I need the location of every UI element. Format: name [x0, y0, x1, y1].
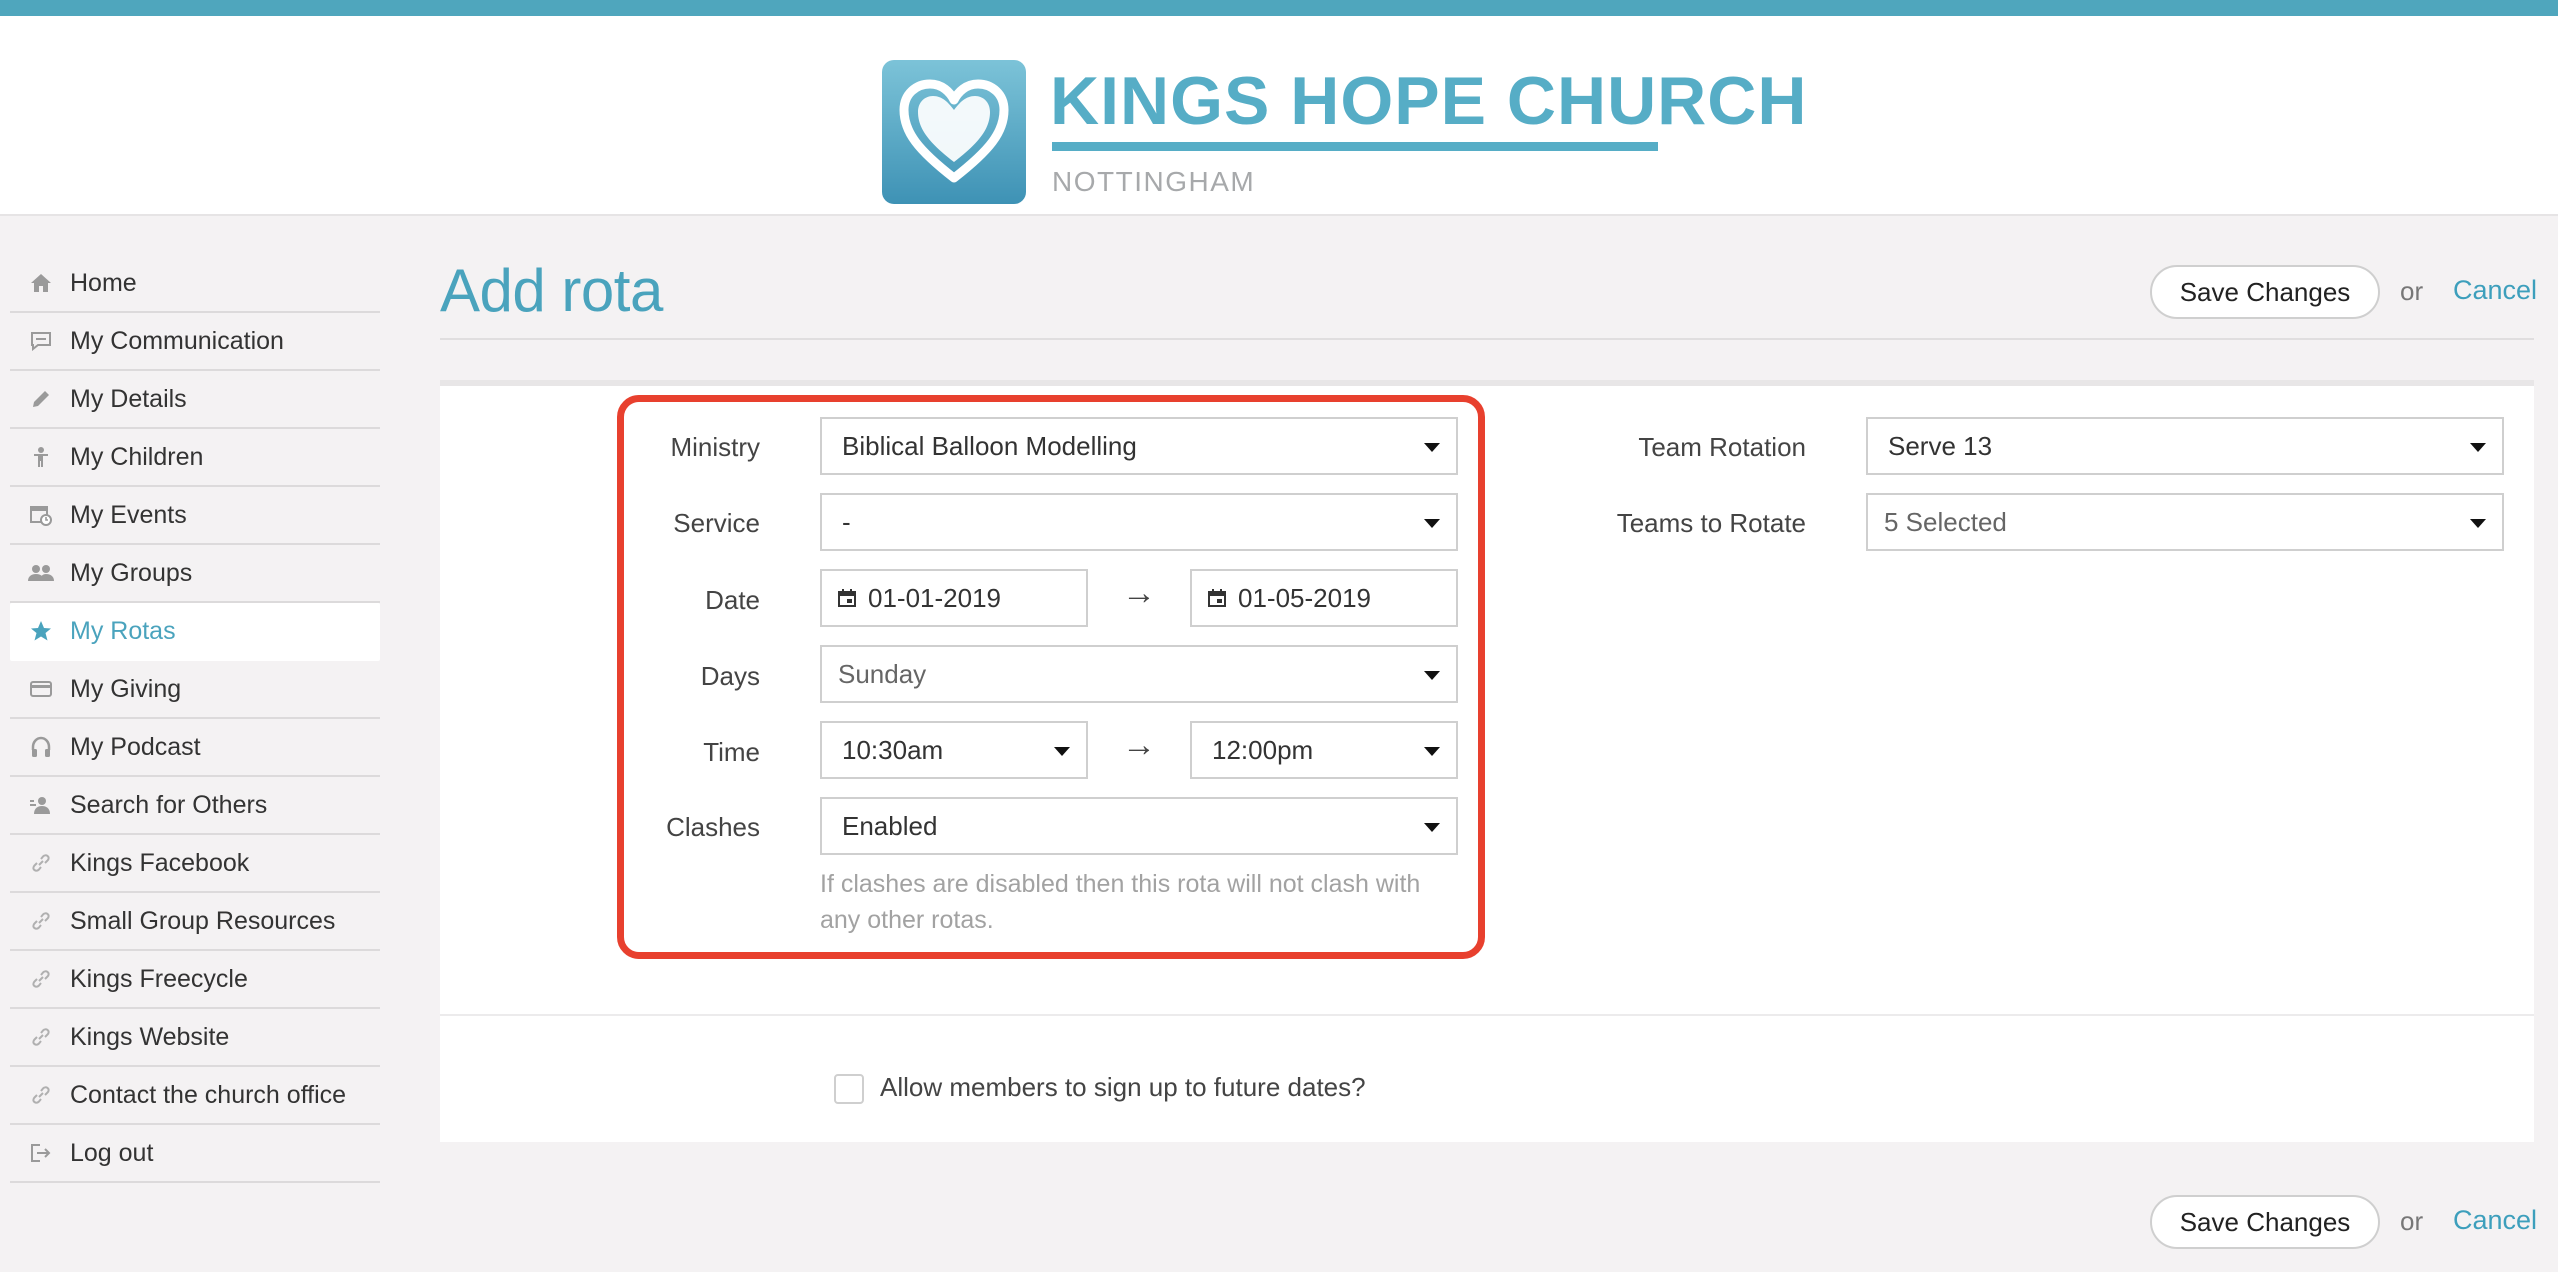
sidebar-item-kings-website[interactable]: Kings Website [10, 1009, 380, 1067]
star-icon [10, 620, 70, 642]
calendar-clock-icon [10, 504, 70, 526]
sidebar-item-contact-church-office[interactable]: Contact the church office [10, 1067, 380, 1125]
sidebar-item-label: Kings Facebook [70, 848, 250, 877]
card-icon [10, 681, 70, 697]
title-divider [440, 338, 2534, 340]
sidebar-item-label: My Giving [70, 674, 182, 703]
sidebar-item-my-events[interactable]: My Events [10, 487, 380, 545]
or-text-top: or [2400, 276, 2424, 306]
person-search-icon [10, 795, 70, 815]
sidebar-item-home[interactable]: Home [10, 255, 380, 313]
brand-underline [1052, 142, 1658, 151]
caret-down-icon [2470, 519, 2486, 528]
sidebar-item-my-groups[interactable]: My Groups [10, 545, 380, 603]
sidebar-item-my-details[interactable]: My Details [10, 371, 380, 429]
sidebar-item-label: My Details [70, 384, 187, 413]
sidebar-item-kings-freecycle[interactable]: Kings Freecycle [10, 951, 380, 1009]
sidebar-item-label: My Events [70, 500, 187, 529]
top-accent-bar [0, 0, 2558, 16]
team-rotation-label: Team Rotation [1638, 432, 1806, 462]
sidebar-item-label: My Podcast [70, 732, 201, 761]
team-rotation-select[interactable]: Serve 13 [1866, 417, 2504, 475]
caret-down-icon [2470, 443, 2486, 452]
site-header: KINGS HOPE CHURCH NOTTINGHAM [0, 16, 2558, 216]
sidebar-item-my-podcast[interactable]: My Podcast [10, 719, 380, 777]
save-changes-button-bottom[interactable]: Save Changes [2150, 1195, 2380, 1249]
sidebar-item-my-communication[interactable]: My Communication [10, 313, 380, 371]
sidebar-item-label: My Children [70, 442, 204, 471]
sidebar-nav: Home My Communication My Details My Chil… [10, 255, 380, 1183]
sidebar-item-my-rotas[interactable]: My Rotas [10, 603, 380, 661]
allow-signup-checkbox[interactable] [834, 1074, 864, 1104]
logout-icon [10, 1143, 70, 1163]
brand-location: NOTTINGHAM [1052, 166, 1256, 197]
teams-to-rotate-value: 5 Selected [1884, 506, 2007, 537]
link-icon [10, 911, 70, 931]
sidebar-item-label: Kings Website [70, 1022, 230, 1051]
headphones-icon [10, 736, 70, 758]
pencil-icon [10, 389, 70, 409]
highlight-box [617, 395, 1485, 959]
teams-to-rotate-multiselect[interactable]: 5 Selected [1866, 493, 2504, 551]
sidebar-item-my-children[interactable]: My Children [10, 429, 380, 487]
allow-signup-label[interactable]: Allow members to sign up to future dates… [880, 1072, 1366, 1103]
link-icon [10, 853, 70, 873]
sidebar-item-label: Contact the church office [70, 1080, 347, 1109]
team-rotation-value: Serve 13 [1888, 430, 1993, 461]
sidebar-item-small-group-resources[interactable]: Small Group Resources [10, 893, 380, 951]
link-icon [10, 1027, 70, 1047]
sidebar-item-kings-facebook[interactable]: Kings Facebook [10, 835, 380, 893]
cancel-link-top[interactable]: Cancel [2453, 275, 2537, 306]
sidebar-item-label: Kings Freecycle [70, 964, 248, 993]
heart-logo-icon[interactable] [882, 60, 1026, 204]
cancel-link-bottom[interactable]: Cancel [2453, 1205, 2537, 1236]
link-icon [10, 969, 70, 989]
group-icon [10, 564, 70, 582]
link-icon [10, 1085, 70, 1105]
sidebar-item-label: Home [70, 268, 137, 297]
chat-icon [10, 331, 70, 351]
page-title: Add rota [440, 257, 663, 324]
or-text-bottom: or [2400, 1206, 2424, 1236]
sidebar-item-label: Log out [70, 1138, 154, 1167]
sidebar-item-my-giving[interactable]: My Giving [10, 661, 380, 719]
save-changes-button-top[interactable]: Save Changes [2150, 265, 2380, 319]
sidebar-item-label: My Communication [70, 326, 284, 355]
panel-divider [440, 1014, 2534, 1016]
sidebar-item-log-out[interactable]: Log out [10, 1125, 380, 1183]
brand-name: KINGS HOPE CHURCH [1050, 63, 1808, 139]
child-icon [10, 446, 70, 468]
sidebar-item-label: Small Group Resources [70, 906, 336, 935]
sidebar-item-label: My Rotas [70, 616, 176, 645]
sidebar-item-label: Search for Others [70, 790, 268, 819]
teams-to-rotate-label: Teams to Rotate [1616, 508, 1806, 538]
sidebar-item-search-for-others[interactable]: Search for Others [10, 777, 380, 835]
sidebar-item-label: My Groups [70, 558, 193, 587]
home-icon [10, 273, 70, 293]
